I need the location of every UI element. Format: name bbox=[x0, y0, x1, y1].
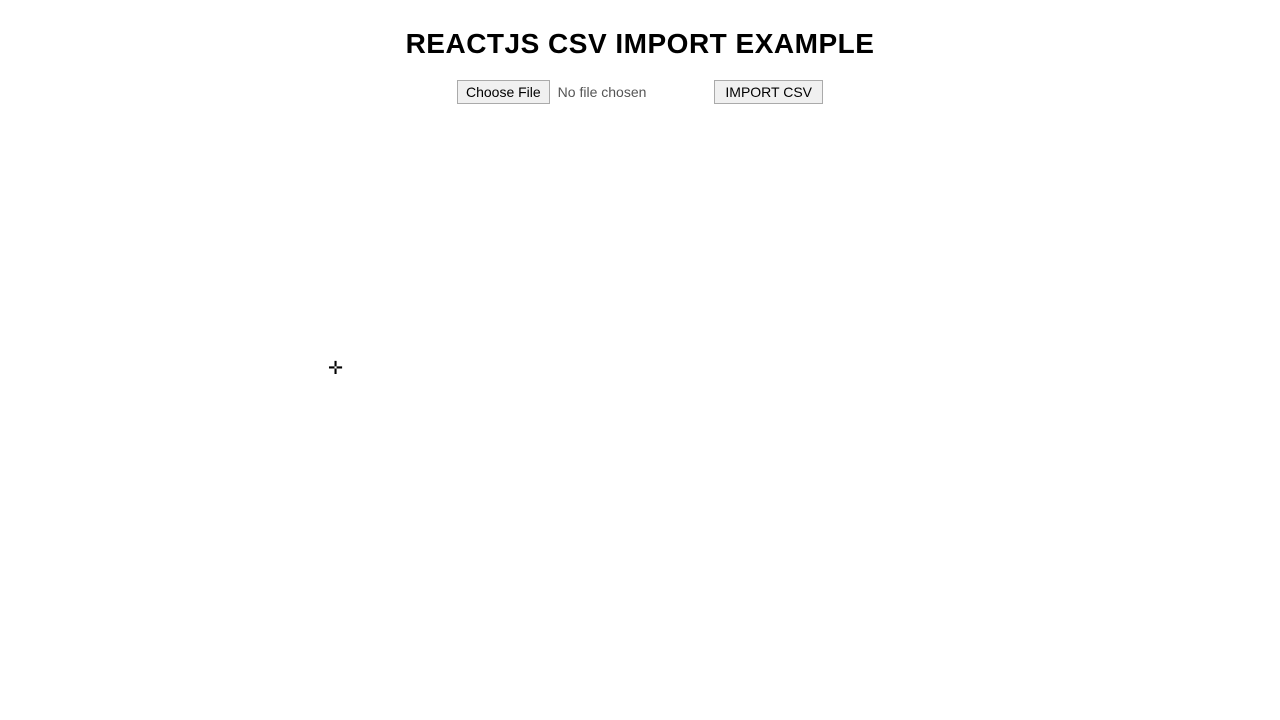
controls-row: Choose File No file chosen IMPORT CSV bbox=[0, 80, 1280, 104]
choose-file-button[interactable]: Choose File bbox=[457, 80, 550, 104]
move-cursor-icon: ✛ bbox=[328, 358, 343, 379]
page-title: REACTJS CSV IMPORT EXAMPLE bbox=[0, 0, 1280, 80]
file-input-wrapper: Choose File No file chosen bbox=[457, 80, 646, 104]
import-csv-button[interactable]: IMPORT CSV bbox=[714, 80, 823, 104]
no-file-status: No file chosen bbox=[558, 84, 647, 100]
